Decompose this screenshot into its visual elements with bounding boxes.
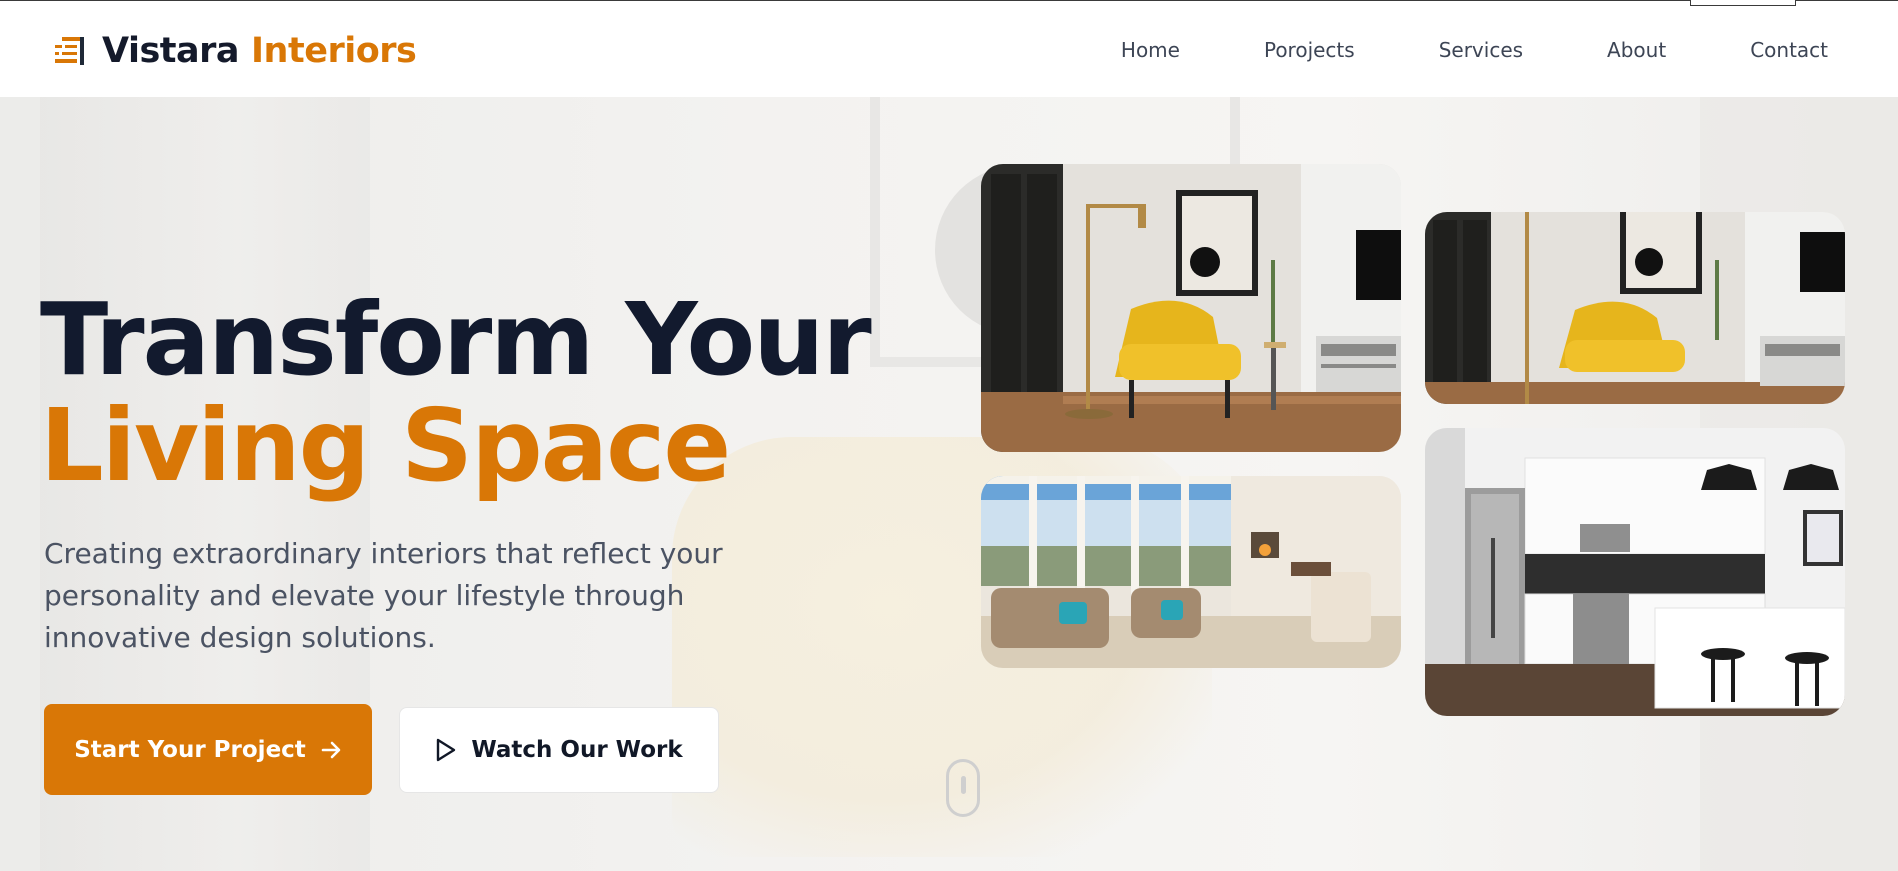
- sunny-living-room-image: [981, 476, 1401, 668]
- start-project-button[interactable]: Start Your Project: [44, 704, 372, 795]
- main-nav: Home Porojects Services About Contact: [1121, 1, 1828, 98]
- brand-name-part1: Vistara: [102, 31, 240, 71]
- start-project-label: Start Your Project: [74, 736, 306, 763]
- living-room-chair-crop-image: [1425, 212, 1845, 404]
- brand-name-part2: Interiors: [251, 31, 417, 71]
- nav-projects[interactable]: Porojects: [1264, 38, 1355, 62]
- play-icon: [437, 738, 456, 762]
- nav-contact[interactable]: Contact: [1750, 38, 1828, 62]
- gallery-image-sunny-living[interactable]: [981, 476, 1401, 668]
- scroll-wheel: [961, 776, 966, 794]
- hero-title-line1: Transform Your: [40, 281, 872, 398]
- nav-about[interactable]: About: [1607, 38, 1666, 62]
- nav-services[interactable]: Services: [1439, 38, 1523, 62]
- hero-title-line2: Living Space: [40, 387, 731, 504]
- gallery-image-kitchen[interactable]: [1425, 428, 1845, 716]
- arrow-right-icon: [321, 741, 341, 758]
- modern-kitchen-image: [1425, 428, 1845, 716]
- brand-logo[interactable]: Vistara Interiors: [52, 31, 417, 71]
- site-header: Vistara Interiors Home Porojects Services…: [0, 0, 1898, 97]
- hero-title: Transform Your Living Space: [40, 281, 872, 504]
- gallery-image-living-room-crop[interactable]: [1425, 212, 1845, 404]
- hero-subtitle: Creating extraordinary interiors that re…: [44, 537, 723, 654]
- watch-work-button[interactable]: Watch Our Work: [399, 707, 719, 793]
- brand-name: Vistara Interiors: [102, 31, 417, 71]
- hero-section: Transform Your Living Space Creating ext…: [0, 97, 1898, 871]
- gallery-image-living-room[interactable]: [981, 164, 1401, 452]
- living-room-chair-image: [981, 164, 1401, 452]
- scroll-mouse-icon[interactable]: [946, 759, 980, 817]
- logo-lines-icon: [55, 37, 84, 65]
- nav-home[interactable]: Home: [1121, 38, 1180, 62]
- watch-work-label: Watch Our Work: [471, 737, 683, 763]
